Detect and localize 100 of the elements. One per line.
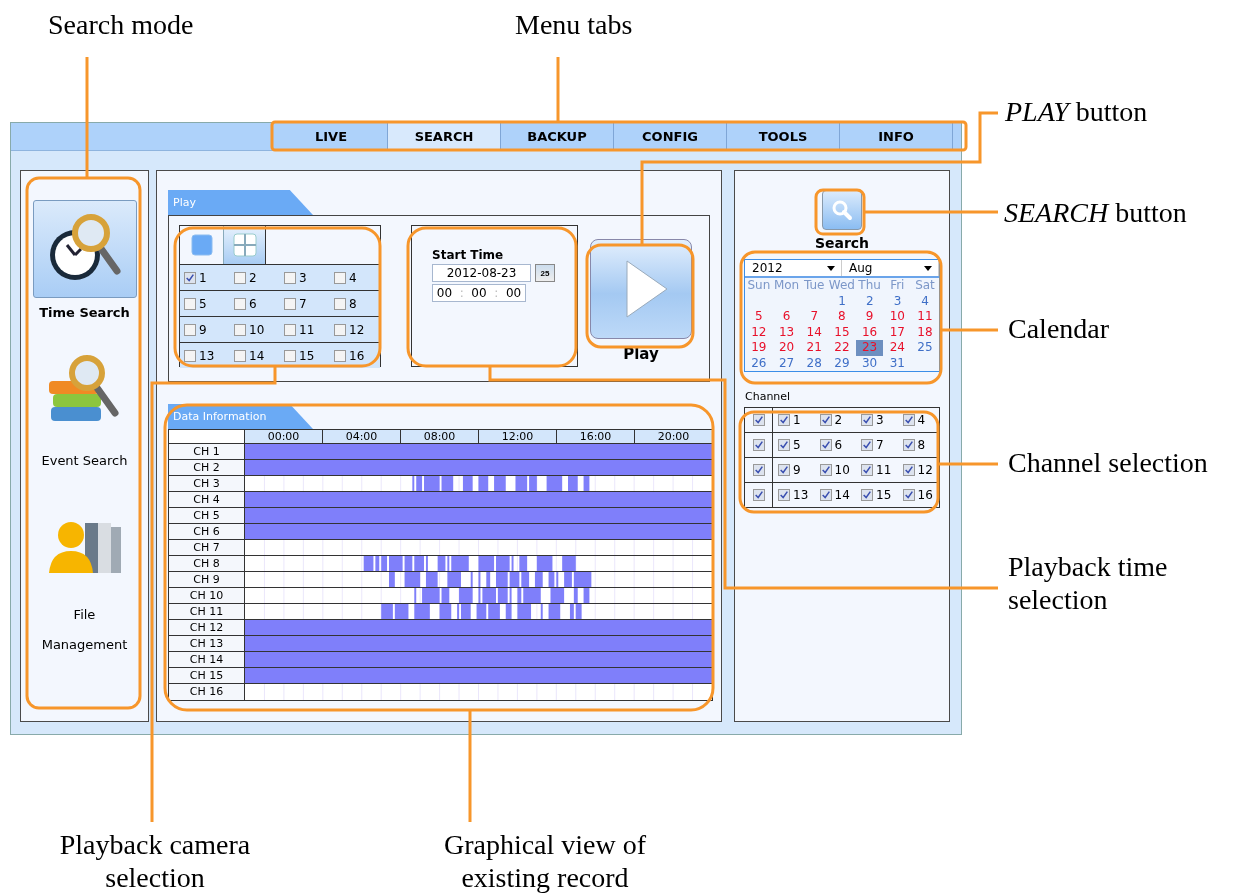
calendar-day[interactable]: 2 (855, 293, 884, 309)
calendar-day[interactable]: 9 (855, 309, 884, 325)
calendar-button[interactable]: 25 (535, 264, 555, 282)
calendar-day[interactable]: 11 (911, 309, 939, 325)
checkbox[interactable] (284, 297, 296, 310)
checkbox[interactable] (234, 297, 246, 310)
checkbox[interactable] (752, 439, 765, 451)
calendar-day[interactable]: 21 (800, 340, 829, 356)
calendar-day[interactable]: 29 (828, 355, 856, 371)
calendar-day[interactable]: 13 (772, 324, 801, 340)
calendar-day[interactable]: 15 (828, 324, 856, 340)
calendar-day[interactable]: 31 (883, 355, 912, 371)
calendar-day[interactable]: 1 (828, 293, 856, 309)
checkbox[interactable] (752, 414, 765, 426)
checkbox[interactable] (752, 464, 765, 476)
calendar-day[interactable]: 6 (772, 309, 801, 325)
checkbox[interactable] (284, 323, 296, 336)
checkbox[interactable] (334, 271, 346, 284)
channel-title: Channel (745, 390, 791, 403)
checkbox[interactable] (334, 323, 346, 336)
channel-label: 12 (917, 463, 933, 477)
channel-label: 14 (249, 348, 265, 363)
channel-label: 3 (299, 270, 307, 285)
callout-label: Menu tabs (515, 8, 633, 41)
checkbox[interactable] (778, 439, 790, 451)
calendar-day[interactable]: 3 (883, 293, 912, 309)
calendar-day[interactable]: 8 (828, 309, 856, 325)
channel-label: 10 (834, 463, 850, 477)
layout-tab[interactable] (223, 226, 266, 264)
search-icon (831, 199, 853, 221)
callout-label: Channel selection (1008, 446, 1208, 479)
calendar-day[interactable]: 24 (883, 340, 912, 356)
weekday-label: Fri (889, 278, 906, 294)
checkbox[interactable] (184, 271, 196, 284)
hour-header: 04:00 (323, 430, 401, 443)
channel-label: 9 (199, 322, 207, 337)
checkbox[interactable] (819, 489, 832, 501)
checkbox[interactable] (284, 349, 296, 362)
channel-label: 3 (876, 413, 884, 427)
checkbox[interactable] (902, 414, 915, 426)
calendar-day[interactable]: 17 (883, 324, 912, 340)
date-field[interactable]: 2012-08-23 (432, 264, 531, 282)
checkbox[interactable] (819, 414, 832, 426)
weekday-label: Mon (772, 278, 801, 294)
calendar-day[interactable]: 16 (855, 324, 884, 340)
checkbox[interactable] (234, 323, 246, 336)
checkbox[interactable] (184, 297, 196, 310)
channel-label: 16 (349, 348, 365, 363)
checkbox[interactable] (184, 349, 196, 362)
calendar-day[interactable]: 28 (800, 355, 829, 371)
checkbox[interactable] (778, 414, 790, 426)
checkbox[interactable] (861, 439, 873, 451)
year-dropdown[interactable]: 2012 (745, 260, 842, 276)
checkbox[interactable] (334, 349, 346, 362)
checkbox[interactable] (752, 489, 765, 501)
checkbox[interactable] (184, 323, 196, 336)
checkbox[interactable] (234, 349, 246, 362)
checkbox[interactable] (778, 464, 790, 476)
channel-label: 6 (834, 438, 843, 452)
checkbox[interactable] (861, 414, 873, 426)
calendar-day[interactable]: 10 (883, 309, 912, 325)
calendar-day[interactable]: 5 (745, 309, 773, 325)
time-field[interactable]: 00 : 00 : 00 (432, 284, 526, 302)
calendar-day[interactable]: 4 (911, 293, 939, 309)
checkbox[interactable] (902, 439, 915, 451)
checkbox[interactable] (902, 464, 915, 476)
calendar-day[interactable]: 19 (745, 340, 773, 356)
search-button[interactable] (822, 190, 862, 230)
channel-label: 8 (917, 438, 926, 452)
quad-view-icon (232, 233, 257, 257)
checkbox[interactable] (861, 489, 873, 501)
checkbox[interactable] (819, 439, 832, 451)
checkbox[interactable] (861, 464, 873, 476)
search-label: Search (814, 235, 870, 251)
search-mode-button[interactable] (32, 200, 137, 298)
callout-label: Calendar (1008, 312, 1110, 345)
calendar-day[interactable]: 12 (745, 324, 773, 340)
channel-label: 15 (299, 348, 315, 363)
calendar-day[interactable]: 7 (800, 309, 829, 325)
checkbox[interactable] (334, 297, 346, 310)
month-dropdown[interactable]: Aug (842, 260, 939, 276)
leader-line (941, 328, 998, 332)
hour-header: 16:00 (557, 430, 635, 443)
checkbox[interactable] (234, 271, 246, 284)
search-mode-label: Time Search (38, 304, 131, 322)
calendar-day[interactable]: 14 (800, 324, 829, 340)
play-button[interactable] (590, 239, 692, 339)
channel-label: 13 (199, 348, 215, 363)
checkbox[interactable] (819, 464, 832, 476)
calendar-day[interactable]: 22 (828, 340, 856, 356)
checkbox[interactable] (778, 489, 790, 501)
checkbox[interactable] (284, 271, 296, 284)
calendar-day[interactable]: 27 (772, 355, 801, 371)
calendar-day[interactable]: 25 (911, 340, 939, 356)
calendar-day[interactable]: 26 (745, 355, 773, 371)
calendar-day[interactable]: 20 (772, 340, 801, 356)
hour-header: 12:00 (479, 430, 557, 443)
calendar-day[interactable]: 18 (911, 324, 939, 340)
calendar-day[interactable]: 30 (855, 355, 884, 371)
checkbox[interactable] (902, 489, 915, 501)
